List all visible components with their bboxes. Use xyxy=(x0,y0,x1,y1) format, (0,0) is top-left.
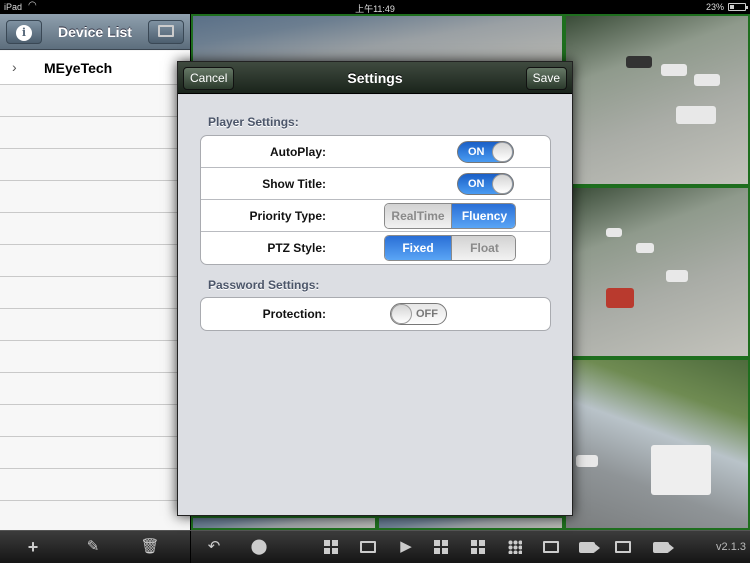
device-name-label: MEyeTech xyxy=(44,60,113,76)
video-tile[interactable] xyxy=(191,516,377,530)
monitor-icon xyxy=(158,25,174,37)
settings-dialog: Cancel Settings Save Player Settings: Au… xyxy=(177,61,573,516)
battery-icon xyxy=(728,3,748,11)
record-icon[interactable] xyxy=(576,537,600,557)
toggle-knob xyxy=(492,174,513,194)
priority-type-segmented: RealTime Fluency xyxy=(384,203,516,229)
password-settings-group: Protection: OFF xyxy=(200,297,551,331)
show-title-row: Show Title: ON xyxy=(201,168,550,200)
video-tile[interactable] xyxy=(564,358,750,530)
player-settings-header: Player Settings: xyxy=(208,115,299,129)
priority-type-label: Priority Type: xyxy=(249,209,326,223)
device-list-panel: i Device List › MEyeTech xyxy=(0,14,190,530)
show-title-label: Show Title: xyxy=(262,177,326,191)
device-row[interactable]: › MEyeTech xyxy=(0,51,190,85)
car-image xyxy=(576,455,598,467)
settings-navbar: Cancel Settings Save xyxy=(178,62,572,94)
ptz-fixed-option[interactable]: Fixed xyxy=(385,236,451,260)
car-image xyxy=(694,74,720,86)
play-icon[interactable]: ▶ xyxy=(395,537,417,557)
empty-row xyxy=(0,277,190,309)
ptz-style-label: PTZ Style: xyxy=(267,241,326,255)
device-list-header: i Device List xyxy=(0,14,190,50)
video-tile[interactable] xyxy=(564,186,750,358)
autoplay-row: AutoPlay: ON xyxy=(201,136,550,168)
empty-row xyxy=(0,85,190,117)
car-image xyxy=(666,270,688,282)
empty-row xyxy=(0,373,190,405)
grid-4-icon[interactable] xyxy=(430,537,452,557)
fullscreen-icon[interactable] xyxy=(540,537,562,557)
add-device-button[interactable] xyxy=(148,20,184,44)
version-label: v2.1.3 xyxy=(716,541,746,553)
empty-row xyxy=(0,117,190,149)
ptz-float-option[interactable]: Float xyxy=(451,236,515,260)
empty-row xyxy=(0,341,190,373)
empty-row xyxy=(0,405,190,437)
empty-row xyxy=(0,469,190,501)
chevron-right-icon: › xyxy=(12,59,17,75)
priority-fluency-option[interactable]: Fluency xyxy=(451,204,515,228)
toggle-knob xyxy=(391,304,412,324)
priority-type-row: Priority Type: RealTime Fluency xyxy=(201,200,550,232)
trash-icon[interactable]: 🗑 xyxy=(139,537,161,557)
empty-row xyxy=(0,245,190,277)
grid-6-icon[interactable] xyxy=(467,537,489,557)
empty-row xyxy=(0,437,190,469)
car-image xyxy=(651,445,711,495)
video-tile[interactable] xyxy=(564,14,750,186)
priority-realtime-option[interactable]: RealTime xyxy=(385,204,451,228)
grid-9-icon[interactable] xyxy=(504,537,526,557)
car-image xyxy=(676,106,716,124)
device-list: › MEyeTech xyxy=(0,51,190,501)
toggle-state: OFF xyxy=(416,308,438,320)
ptz-style-row: PTZ Style: Fixed Float xyxy=(201,232,550,264)
save-button[interactable]: Save xyxy=(525,67,567,90)
bottom-toolbar: + ✎ 🗑 ↶ ⬤ ▶ v2.1.3 xyxy=(0,530,750,563)
ptz-icon[interactable]: ⬤ xyxy=(248,537,270,557)
car-image xyxy=(606,288,634,308)
toolbar-divider xyxy=(190,531,191,563)
empty-row xyxy=(0,213,190,245)
car-image xyxy=(626,56,652,68)
car-image xyxy=(661,64,687,76)
status-bar: iPad ◠ 上午11:49 23% xyxy=(0,0,750,14)
autoplay-label: AutoPlay: xyxy=(269,145,326,159)
protection-toggle[interactable]: OFF xyxy=(390,303,447,325)
protection-label: Protection: xyxy=(262,307,326,321)
toggle-state: ON xyxy=(468,146,485,158)
camera-view-icon[interactable] xyxy=(650,537,674,557)
password-settings-header: Password Settings: xyxy=(208,278,320,292)
empty-row xyxy=(0,309,190,341)
video-tile[interactable] xyxy=(377,516,564,530)
video-tile[interactable] xyxy=(191,14,564,66)
edit-icon[interactable]: ✎ xyxy=(82,537,104,557)
show-title-toggle[interactable]: ON xyxy=(457,173,514,195)
settings-title: Settings xyxy=(347,70,403,86)
car-image xyxy=(636,243,654,253)
snapshot-icon[interactable] xyxy=(612,537,634,557)
multi-view-icon[interactable] xyxy=(320,537,342,557)
car-image xyxy=(606,228,622,237)
protection-row: Protection: OFF xyxy=(201,298,550,330)
add-icon[interactable]: + xyxy=(22,537,44,557)
toggle-state: ON xyxy=(468,178,485,190)
close-view-icon[interactable] xyxy=(357,537,379,557)
empty-row xyxy=(0,181,190,213)
ptz-style-segmented: Fixed Float xyxy=(384,235,516,261)
settings-body: Player Settings: AutoPlay: ON Show Title… xyxy=(178,95,572,515)
autoplay-toggle[interactable]: ON xyxy=(457,141,514,163)
player-settings-group: AutoPlay: ON Show Title: ON Priority Typ… xyxy=(200,135,551,265)
battery-percent: 23% xyxy=(705,2,724,12)
toggle-knob xyxy=(492,142,513,162)
empty-row xyxy=(0,149,190,181)
back-icon[interactable]: ↶ xyxy=(203,537,225,557)
